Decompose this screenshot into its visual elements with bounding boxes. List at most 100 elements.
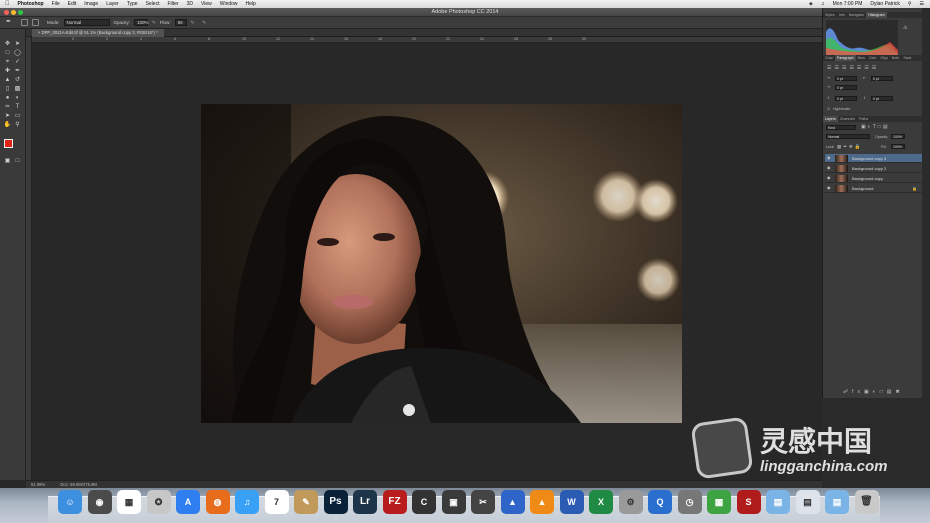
dock-app-icon[interactable]: ▲	[530, 490, 554, 514]
zoom-tool-icon[interactable]: ⚲	[13, 121, 22, 129]
flow-field[interactable]: 66	[174, 19, 187, 26]
layer-bottom-buttons[interactable]: ☍fx▣◐□▤✖	[843, 389, 904, 395]
indent-right-field[interactable]: 0 pt	[871, 76, 893, 81]
dock-app-icon[interactable]: ▦	[117, 490, 141, 514]
dock-app-icon[interactable]: ✪	[146, 490, 171, 514]
menu-layer[interactable]: Layer	[106, 1, 119, 7]
lasso-tool-icon[interactable]: ◯	[13, 49, 22, 57]
dock-app-icon[interactable]: ▤	[766, 490, 790, 514]
tab-histogram[interactable]: Histogram	[866, 12, 887, 18]
dock-app-icon[interactable]: ✂	[471, 490, 495, 514]
dock-app-icon[interactable]: 7	[264, 490, 289, 514]
dock-app-icon[interactable]: ▤	[795, 490, 820, 514]
dock-app-icon[interactable]: FZ	[382, 490, 407, 514]
layer-row[interactable]: ◉ Background copy	[825, 174, 923, 183]
brush-panel-icon[interactable]	[32, 19, 39, 26]
tab-clone[interactable]: Clon	[867, 55, 878, 61]
opacity-field[interactable]: 100%	[134, 19, 149, 26]
visibility-eye-icon[interactable]: ◉	[827, 176, 832, 180]
shape-tool-icon[interactable]: ▭	[13, 112, 22, 120]
dock-app-icon[interactable]: ◉	[87, 490, 112, 514]
history-brush-icon[interactable]: ↺	[13, 76, 22, 84]
hand-tool-icon[interactable]: ✋	[3, 121, 12, 129]
type-tool-icon[interactable]: T	[13, 103, 22, 111]
dock-app-icon[interactable]: 🗑	[854, 490, 879, 514]
brush-tool-icon-side[interactable]: ✒	[13, 67, 22, 75]
crop-tool-icon[interactable]: ⌖	[3, 58, 12, 66]
dock-app-icon[interactable]: ◍	[205, 490, 230, 514]
menu-select[interactable]: Select	[146, 1, 160, 7]
visibility-eye-icon[interactable]: ◉	[827, 156, 832, 160]
spotlight-icon[interactable]: ⚲	[908, 1, 912, 7]
menu-view[interactable]: View	[201, 1, 212, 7]
blur-tool-icon[interactable]: ●	[3, 94, 12, 102]
screen-mode-icon[interactable]: □	[13, 157, 22, 165]
menu-type[interactable]: Type	[127, 1, 138, 7]
blend-mode-select[interactable]: Normal	[826, 134, 870, 139]
tab-channels[interactable]: Channels	[838, 116, 857, 122]
healing-brush-icon[interactable]: ✚	[3, 67, 12, 75]
clock[interactable]: Mon 7:00 PM	[833, 1, 863, 7]
fill-field[interactable]: 100%	[891, 144, 905, 149]
menu-image[interactable]: Image	[84, 1, 98, 7]
alignment-buttons[interactable]: ☰☰☰☰☰☰☰	[827, 65, 879, 71]
tab-styles[interactable]: Styles	[823, 12, 837, 18]
clone-stamp-icon[interactable]: ▲	[3, 76, 12, 84]
layer-row[interactable]: ◉ Background copy 2	[825, 164, 923, 173]
lock-icons[interactable]: ▦✒✥🔒	[837, 144, 862, 150]
document-image[interactable]	[201, 104, 682, 423]
dock-app-icon[interactable]: ✎	[294, 490, 318, 514]
menu-file[interactable]: File	[52, 1, 60, 7]
tab-glyphs[interactable]: Glyp	[878, 55, 889, 61]
pressure-size-icon[interactable]: ✎	[202, 20, 206, 26]
tab-character[interactable]: Char	[823, 55, 835, 61]
dock-app-icon[interactable]: ▦	[707, 490, 731, 514]
doc-size[interactable]: Doc: 69.0M/275.9M	[60, 482, 97, 487]
notification-icon[interactable]: ☰	[920, 1, 924, 7]
pressure-opacity-icon[interactable]: ✎	[152, 20, 156, 26]
zoom-level[interactable]: 51.09%	[31, 482, 45, 487]
dock-app-icon[interactable]: W	[559, 490, 584, 514]
layer-filter-icons[interactable]: ▣◐T□▤	[861, 124, 890, 130]
wifi-icon[interactable]: ◈	[809, 1, 813, 7]
dock-app-icon[interactable]: X	[589, 490, 613, 514]
brush-tool-icon[interactable]: ✒	[6, 19, 13, 26]
indent-left-field[interactable]: 0 pt	[835, 76, 857, 81]
dock-app-icon[interactable]: Lr	[353, 490, 377, 514]
layer-row[interactable]: ◉ Background copy 3	[825, 154, 923, 163]
layer-row[interactable]: ◉ Background 🔒	[825, 184, 923, 193]
dock-app-icon[interactable]: A	[176, 490, 200, 514]
dock-app-icon[interactable]: Ps	[323, 490, 348, 514]
tab-notes[interactable]: Note	[890, 55, 902, 61]
mode-select[interactable]: Normal	[63, 19, 110, 26]
visibility-eye-icon[interactable]: ◉	[827, 186, 832, 190]
pen-tool-icon[interactable]: ✑	[3, 103, 12, 111]
tab-layers[interactable]: Layers	[823, 116, 838, 122]
airbrush-icon[interactable]: ✎	[191, 20, 195, 26]
dock-app-icon[interactable]: C	[412, 490, 436, 514]
tab-brush[interactable]: Brus	[856, 55, 867, 61]
dock-app-icon[interactable]: Q	[648, 490, 672, 514]
layer-opacity-field[interactable]: 100%	[891, 134, 905, 139]
menu-3d[interactable]: 3D	[187, 1, 193, 7]
menu-edit[interactable]: Edit	[68, 1, 77, 7]
dock-app-icon[interactable]: ▲	[500, 490, 525, 514]
volume-icon[interactable]: ♫	[821, 1, 825, 7]
menu-app-name[interactable]: Photoshop	[18, 1, 44, 7]
dock-app-icon[interactable]: ♫	[235, 490, 259, 514]
warning-icon[interactable]: ⚠	[903, 25, 907, 31]
eraser-tool-icon[interactable]: ▯	[3, 85, 12, 93]
tab-navigator[interactable]: Navigator	[847, 12, 866, 18]
tab-info[interactable]: Info	[837, 12, 847, 18]
tab-paragraph[interactable]: Paragraph	[834, 55, 856, 61]
brush-preset-icon[interactable]	[21, 19, 28, 26]
artboard-tool-icon[interactable]: ➤	[13, 40, 22, 48]
menu-help[interactable]: Help	[246, 1, 256, 7]
menu-window[interactable]: Window	[220, 1, 238, 7]
dock-app-icon[interactable]: ▤	[825, 490, 849, 514]
quick-mask-icon[interactable]: ▣	[3, 157, 12, 165]
dodge-tool-icon[interactable]: ◐	[13, 94, 22, 102]
path-selection-icon[interactable]: ➤	[3, 112, 12, 120]
space-after-field[interactable]: 0 pt	[871, 96, 893, 101]
space-before-field[interactable]: 0 pt	[835, 96, 857, 101]
